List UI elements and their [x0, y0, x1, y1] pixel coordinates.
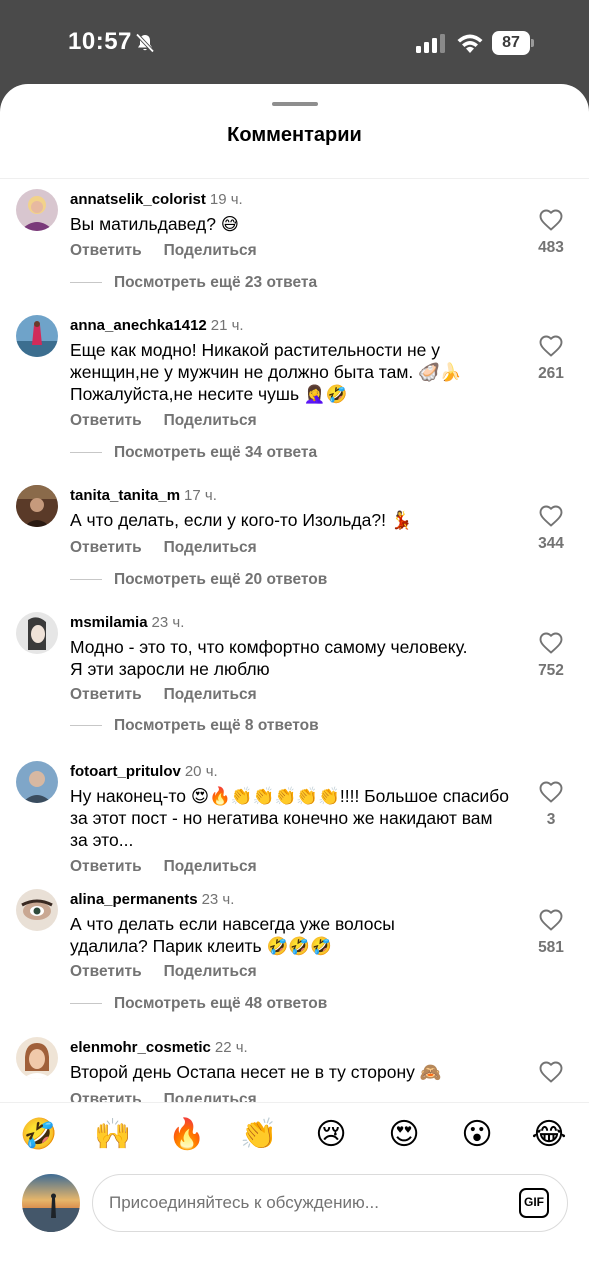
emoji-quick-bar: 🤣 🙌 🔥 👏 😢 😍 😮 😂: [0, 1102, 589, 1168]
comment-text: Еще как модно! Никакой растительности не…: [70, 340, 462, 404]
comment-username[interactable]: msmilamia: [70, 614, 148, 631]
comments-list[interactable]: annatselik_colorist 19 ч. Вы матильдавед?…: [0, 179, 589, 1102]
like-count: 752: [538, 662, 564, 679]
heart-icon[interactable]: [539, 909, 563, 931]
view-more-replies[interactable]: Посмотреть ещё 8 ответов: [70, 717, 319, 735]
sheet-title: Комментарии: [227, 124, 362, 146]
emoji-button-joy[interactable]: 😂: [531, 1117, 567, 1153]
share-button[interactable]: Поделиться: [164, 858, 257, 875]
battery-level: 87: [492, 31, 530, 55]
heart-icon[interactable]: [539, 335, 563, 357]
comments-sheet: Комментарии annatselik_colorist 19 ч. Вы …: [0, 84, 589, 1280]
view-more-replies[interactable]: Посмотреть ещё 48 ответов: [70, 995, 327, 1013]
comment-username[interactable]: anna_anechka1412: [70, 317, 207, 334]
avatar[interactable]: [16, 315, 58, 357]
comment-username[interactable]: fotoart_pritulov: [70, 763, 181, 780]
comment-username[interactable]: elenmohr_cosmetic: [70, 1039, 211, 1056]
share-button[interactable]: Поделиться: [164, 412, 257, 429]
emoji-button-clap[interactable]: 👏: [240, 1117, 277, 1153]
avatar[interactable]: [16, 612, 58, 654]
comment-username[interactable]: tanita_tanita_m: [70, 487, 180, 504]
status-time: 10:57: [68, 28, 132, 55]
comment-input-box: GIF: [92, 1174, 568, 1232]
comment-time: 22 ч.: [214, 1039, 248, 1056]
my-avatar[interactable]: [22, 1174, 80, 1232]
like-count: 344: [538, 535, 564, 552]
like-count: 483: [538, 239, 564, 256]
signal-icon: [416, 34, 445, 53]
gif-button[interactable]: GIF: [519, 1188, 549, 1218]
comment-time: 17 ч.: [184, 487, 217, 504]
comment-text: А что делать, если у кого-то Изольда?! 💃: [70, 510, 413, 530]
status-bar: 10:57 87: [0, 0, 589, 84]
view-more-replies[interactable]: Посмотреть ещё 23 ответа: [70, 274, 317, 292]
heart-icon[interactable]: [539, 505, 563, 527]
avatar[interactable]: [16, 889, 58, 931]
divider: [70, 282, 102, 284]
comment-input[interactable]: [109, 1175, 509, 1231]
share-button[interactable]: Поделиться: [164, 539, 257, 556]
divider: [70, 579, 102, 581]
reply-button[interactable]: Ответить: [70, 539, 142, 556]
divider: [70, 452, 102, 454]
reply-button[interactable]: Ответить: [70, 412, 142, 429]
comment-time: 19 ч.: [209, 191, 243, 208]
bell-slash-icon: [135, 33, 155, 53]
heart-icon[interactable]: [539, 209, 563, 231]
reply-button[interactable]: Ответить: [70, 858, 142, 875]
avatar[interactable]: [16, 761, 58, 803]
emoji-button-cry[interactable]: 😢: [313, 1117, 349, 1153]
view-more-replies[interactable]: Посмотреть ещё 20 ответов: [70, 571, 327, 589]
comment-time: 23 ч.: [151, 614, 185, 631]
emoji-button-raised-hands[interactable]: 🙌: [94, 1117, 131, 1153]
comment-time: 20 ч.: [184, 763, 218, 780]
share-button[interactable]: Поделиться: [164, 963, 257, 980]
avatar[interactable]: [16, 485, 58, 527]
view-more-replies[interactable]: Посмотреть ещё 34 ответа: [70, 444, 317, 462]
comment-time: 21 ч.: [210, 317, 244, 334]
comment-time: 23 ч.: [201, 891, 235, 908]
comment-text: Вы матильдавед? 😅: [70, 214, 240, 234]
share-button[interactable]: Поделиться: [164, 242, 257, 259]
like-count: 581: [538, 939, 564, 956]
emoji-button-heart-eyes[interactable]: 😍: [386, 1117, 422, 1153]
reply-button[interactable]: Ответить: [70, 1091, 142, 1102]
sheet-grabber[interactable]: [272, 102, 318, 106]
wifi-icon: [457, 34, 483, 53]
divider: [70, 725, 102, 727]
comment-text: А что делать если навсегда уже волосы уд…: [70, 914, 395, 956]
divider: [70, 1003, 102, 1005]
comment-text: Модно - это то, что комфортно самому чел…: [70, 637, 468, 679]
reply-button[interactable]: Ответить: [70, 963, 142, 980]
heart-icon[interactable]: [539, 1061, 563, 1083]
battery-icon: 87: [492, 31, 534, 55]
comment-username[interactable]: annatselik_colorist: [70, 191, 206, 208]
comment-username[interactable]: alina_permanents: [70, 891, 198, 908]
comment-composer: GIF: [0, 1168, 589, 1280]
comment-text: Ну наконец-то 😍🔥👏👏👏👏👏!!!! Большое спасиб…: [70, 786, 509, 850]
heart-icon[interactable]: [539, 632, 563, 654]
emoji-button-rofl[interactable]: 🤣: [20, 1117, 57, 1153]
avatar[interactable]: [16, 189, 58, 231]
like-count: 3: [546, 811, 556, 828]
reply-button[interactable]: Ответить: [70, 242, 142, 259]
heart-icon[interactable]: [539, 781, 563, 803]
comment-text: Второй день Остапа несет не в ту сторону…: [70, 1062, 442, 1082]
avatar[interactable]: [16, 1037, 58, 1079]
share-button[interactable]: Поделиться: [164, 1091, 257, 1102]
emoji-button-fire[interactable]: 🔥: [168, 1117, 205, 1153]
share-button[interactable]: Поделиться: [164, 686, 257, 703]
reply-button[interactable]: Ответить: [70, 686, 142, 703]
like-count: 261: [538, 365, 564, 382]
emoji-button-surprised[interactable]: 😮: [459, 1117, 495, 1153]
